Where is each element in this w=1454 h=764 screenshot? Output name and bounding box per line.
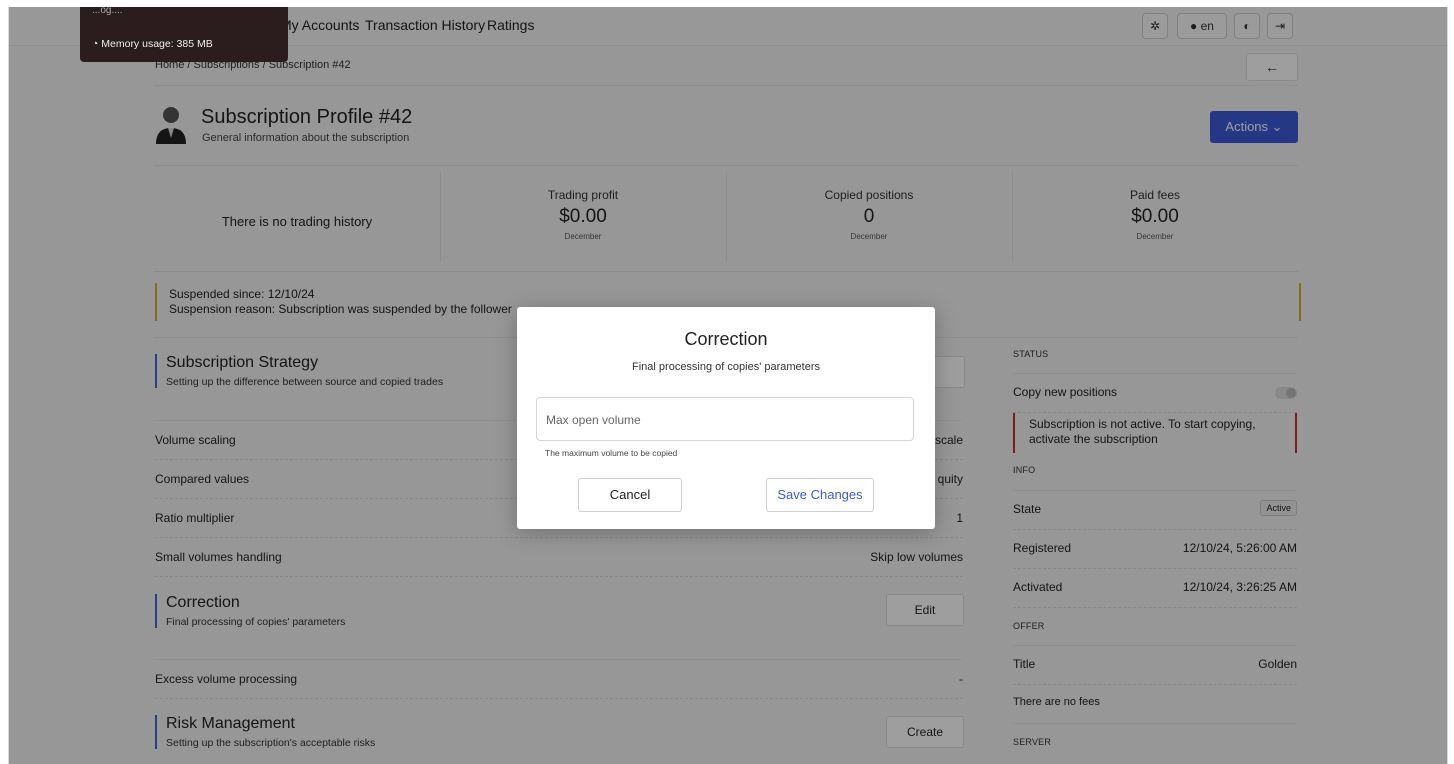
correction-modal: Correction Final processing of copies' p… [517,307,935,529]
memory-usage: ◔ Memory usage: 385 MB [92,38,213,50]
modal-subtitle: Final processing of copies' parameters [632,361,820,373]
cancel-button[interactable]: Cancel [578,478,682,512]
gauge-icon: ◔ [92,38,99,50]
input-help-text: The maximum volume to be copied [545,448,678,458]
memory-usage-text: Memory usage: 385 MB [101,38,213,50]
save-changes-button[interactable]: Save Changes [766,478,874,512]
max-open-volume-input[interactable]: Max open volume [536,397,914,441]
modal-title: Correction [684,329,768,349]
memory-tooltip: ...og.... ◔ Memory usage: 385 MB [80,7,288,62]
tooltip-top-text: ...og.... [92,7,123,16]
app-window: My Accounts Transaction History Ratings … [8,7,1448,764]
input-placeholder: Max open volume [546,413,641,427]
